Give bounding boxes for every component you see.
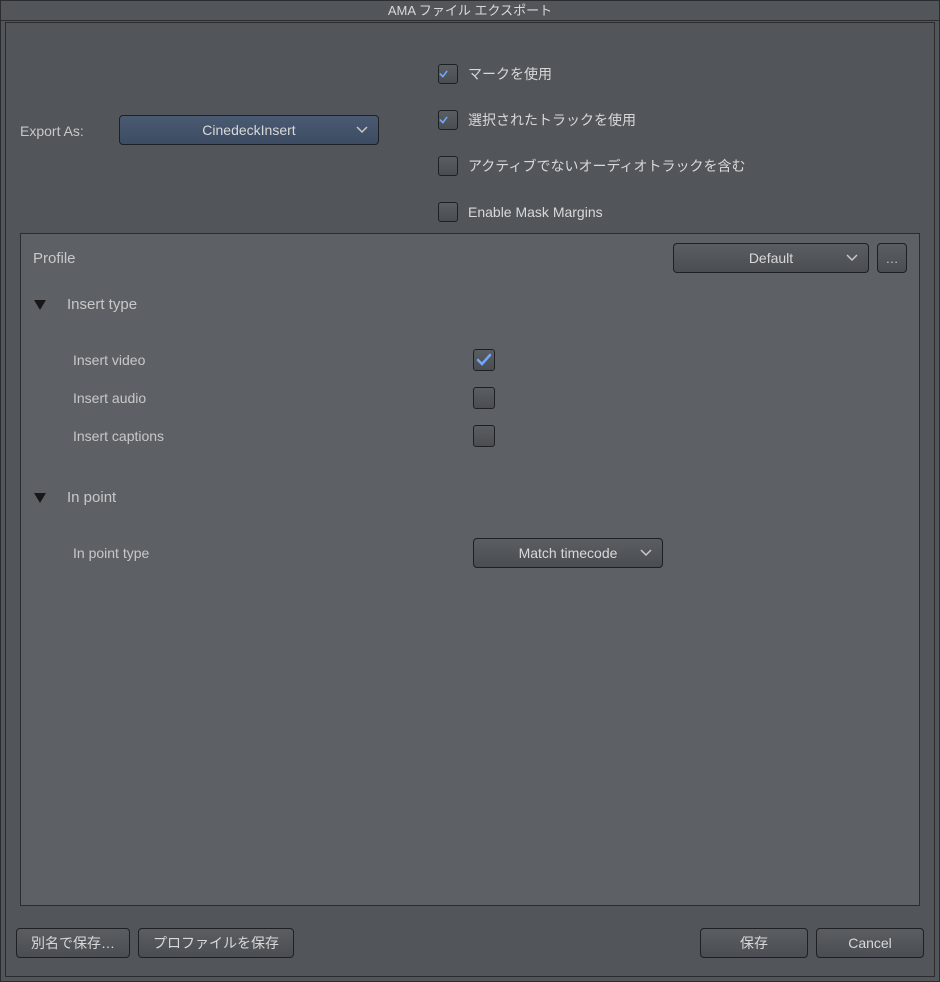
insert-type-section: Insert type Insert video Insert audio: [21, 282, 919, 463]
export-as-value: CinedeckInsert: [202, 122, 295, 138]
disclosure-triangle-icon[interactable]: [33, 491, 47, 505]
use-marks-checkbox[interactable]: [438, 64, 458, 84]
use-marks-label: マークを使用: [468, 64, 552, 84]
enable-mask-margins-row: Enable Mask Margins: [438, 189, 745, 235]
include-inactive-audio-label: アクティブでないオーディオトラックを含む: [468, 156, 745, 176]
insert-captions-checkbox[interactable]: [473, 425, 495, 447]
profile-dropdown[interactable]: Default: [673, 243, 869, 273]
save-profile-label: プロファイルを保存: [153, 933, 279, 953]
insert-audio-label: Insert audio: [73, 390, 473, 406]
in-point-section: In point In point type Match timecode: [21, 463, 919, 580]
include-inactive-audio-checkbox[interactable]: [438, 156, 458, 176]
insert-audio-row: Insert audio: [33, 379, 907, 417]
use-selected-tracks-label: 選択されたトラックを使用: [468, 110, 636, 130]
in-point-header: In point: [33, 489, 907, 506]
insert-audio-checkbox[interactable]: [473, 387, 495, 409]
use-selected-tracks-checkbox[interactable]: [438, 110, 458, 130]
profile-panel: Profile Default … Insert type: [20, 233, 920, 906]
top-options-area: Export As: CinedeckInsert マークを使用: [6, 23, 934, 215]
top-checkbox-column: マークを使用 選択されたトラックを使用 アクティブでないオーディオトラックを含む…: [438, 51, 745, 235]
insert-video-checkbox[interactable]: [473, 349, 495, 371]
insert-video-row: Insert video: [33, 341, 907, 379]
profile-label: Profile: [33, 250, 76, 267]
export-dialog: AMA ファイル エクスポート Export As: CinedeckInser…: [0, 0, 940, 982]
use-marks-row: マークを使用: [438, 51, 745, 97]
window-title: AMA ファイル エクスポート: [1, 1, 939, 21]
export-as-label: Export As:: [20, 123, 84, 139]
profile-more-button[interactable]: …: [877, 243, 907, 273]
include-inactive-audio-row: アクティブでないオーディオトラックを含む: [438, 143, 745, 189]
profile-header: Profile Default …: [21, 234, 919, 282]
insert-captions-label: Insert captions: [73, 428, 473, 444]
bottom-button-bar: 別名で保存… プロファイルを保存 保存 Cancel: [16, 928, 924, 958]
profile-value: Default: [749, 250, 793, 266]
export-as-dropdown[interactable]: CinedeckInsert: [119, 115, 379, 145]
save-as-button[interactable]: 別名で保存…: [16, 928, 130, 958]
disclosure-triangle-icon[interactable]: [33, 298, 47, 312]
use-selected-tracks-row: 選択されたトラックを使用: [438, 97, 745, 143]
insert-video-label: Insert video: [73, 352, 473, 368]
save-as-label: 別名で保存…: [31, 933, 115, 953]
cancel-label: Cancel: [848, 935, 892, 951]
chevron-down-icon: [356, 126, 368, 134]
insert-type-title: Insert type: [67, 296, 137, 313]
chevron-down-icon: [640, 549, 652, 557]
enable-mask-margins-checkbox[interactable]: [438, 202, 458, 222]
dialog-body: Export As: CinedeckInsert マークを使用: [5, 22, 935, 977]
in-point-type-label: In point type: [73, 545, 473, 561]
in-point-title: In point: [67, 489, 116, 506]
save-label: 保存: [740, 933, 768, 953]
in-point-type-value: Match timecode: [519, 545, 618, 561]
chevron-down-icon: [846, 254, 858, 262]
cancel-button[interactable]: Cancel: [816, 928, 924, 958]
in-point-type-row: In point type Match timecode: [33, 534, 907, 572]
insert-type-header: Insert type: [33, 296, 907, 313]
enable-mask-margins-label: Enable Mask Margins: [468, 204, 603, 220]
insert-captions-row: Insert captions: [33, 417, 907, 455]
in-point-type-dropdown[interactable]: Match timecode: [473, 538, 663, 568]
save-button[interactable]: 保存: [700, 928, 808, 958]
ellipsis-icon: …: [886, 251, 899, 266]
save-profile-button[interactable]: プロファイルを保存: [138, 928, 294, 958]
